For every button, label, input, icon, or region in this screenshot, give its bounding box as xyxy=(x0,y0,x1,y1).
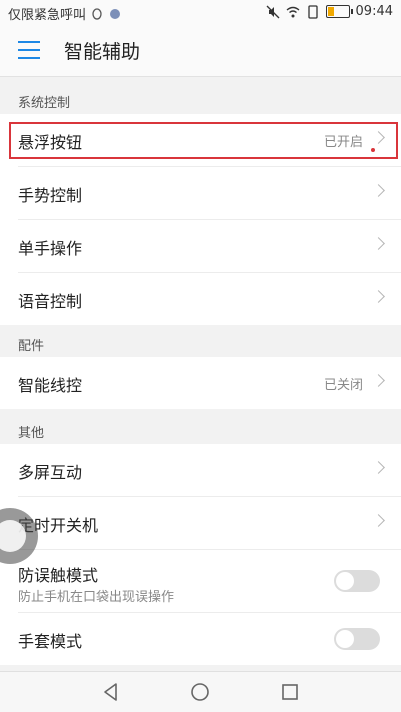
multi-screen-label: 多屏互动 xyxy=(18,463,83,482)
pocket-mode-subtitle: 防止手机在口袋出现误操作 xyxy=(18,590,175,605)
section-title-system-control: 系统控制 xyxy=(18,96,71,111)
home-icon[interactable] xyxy=(189,681,211,703)
multi-screen-row[interactable]: 多屏互动 xyxy=(18,444,401,497)
other-card: 多屏互动 定时开关机 防误触模式 防止手机在口袋出现误操作 手套模式 xyxy=(0,444,401,665)
glove-mode-toggle[interactable] xyxy=(334,628,380,650)
back-icon[interactable] xyxy=(100,681,122,703)
voice-control-row[interactable]: 语音控制 xyxy=(18,273,401,325)
page-title: 智能辅助 xyxy=(64,41,141,63)
chevron-right-icon xyxy=(372,461,385,474)
gesture-control-row[interactable]: 手势控制 xyxy=(18,167,401,220)
pocket-mode-row[interactable]: 防误触模式 防止手机在口袋出现误操作 xyxy=(18,550,401,613)
chevron-right-icon xyxy=(372,514,385,527)
app-icon xyxy=(110,8,121,19)
menu-icon[interactable] xyxy=(18,41,40,59)
status-time: 09:44 xyxy=(355,4,393,19)
red-dot-marker xyxy=(371,148,375,152)
mute-icon xyxy=(266,5,279,18)
gesture-control-label: 手势控制 xyxy=(18,186,83,205)
navigation-bar xyxy=(0,671,401,712)
chevron-right-icon xyxy=(372,184,385,197)
recents-icon[interactable] xyxy=(279,681,301,703)
battery-icon xyxy=(325,5,353,18)
sim-icon xyxy=(307,4,318,19)
app-bar: 智能辅助 xyxy=(0,24,401,77)
one-hand-mode-row[interactable]: 单手操作 xyxy=(18,220,401,273)
qq-icon xyxy=(92,7,102,20)
scheduled-power-row[interactable]: 定时开关机 xyxy=(18,497,401,550)
pocket-mode-toggle[interactable] xyxy=(334,570,380,592)
section-title-other: 其他 xyxy=(18,426,45,441)
glove-mode-row[interactable]: 手套模式 xyxy=(18,613,401,665)
section-title-accessories: 配件 xyxy=(18,339,45,354)
smart-remote-label: 智能线控 xyxy=(18,376,83,395)
one-hand-mode-label: 单手操作 xyxy=(18,239,83,258)
carrier-text: 仅限紧急呼叫 xyxy=(8,8,87,23)
pocket-mode-label: 防误触模式 xyxy=(18,566,99,585)
accessories-card: 智能线控 已关闭 xyxy=(0,357,401,409)
chevron-right-icon xyxy=(372,374,385,387)
chevron-right-icon xyxy=(372,237,385,250)
smart-remote-row[interactable]: 智能线控 已关闭 xyxy=(18,357,401,409)
glove-mode-label: 手套模式 xyxy=(18,632,83,651)
wifi-icon xyxy=(286,6,299,17)
chevron-right-icon xyxy=(372,290,385,303)
voice-control-label: 语音控制 xyxy=(18,292,83,311)
smart-remote-status: 已关闭 xyxy=(323,378,363,393)
highlight-box xyxy=(9,122,398,159)
status-bar: 仅限紧急呼叫 09:44 xyxy=(0,0,401,24)
